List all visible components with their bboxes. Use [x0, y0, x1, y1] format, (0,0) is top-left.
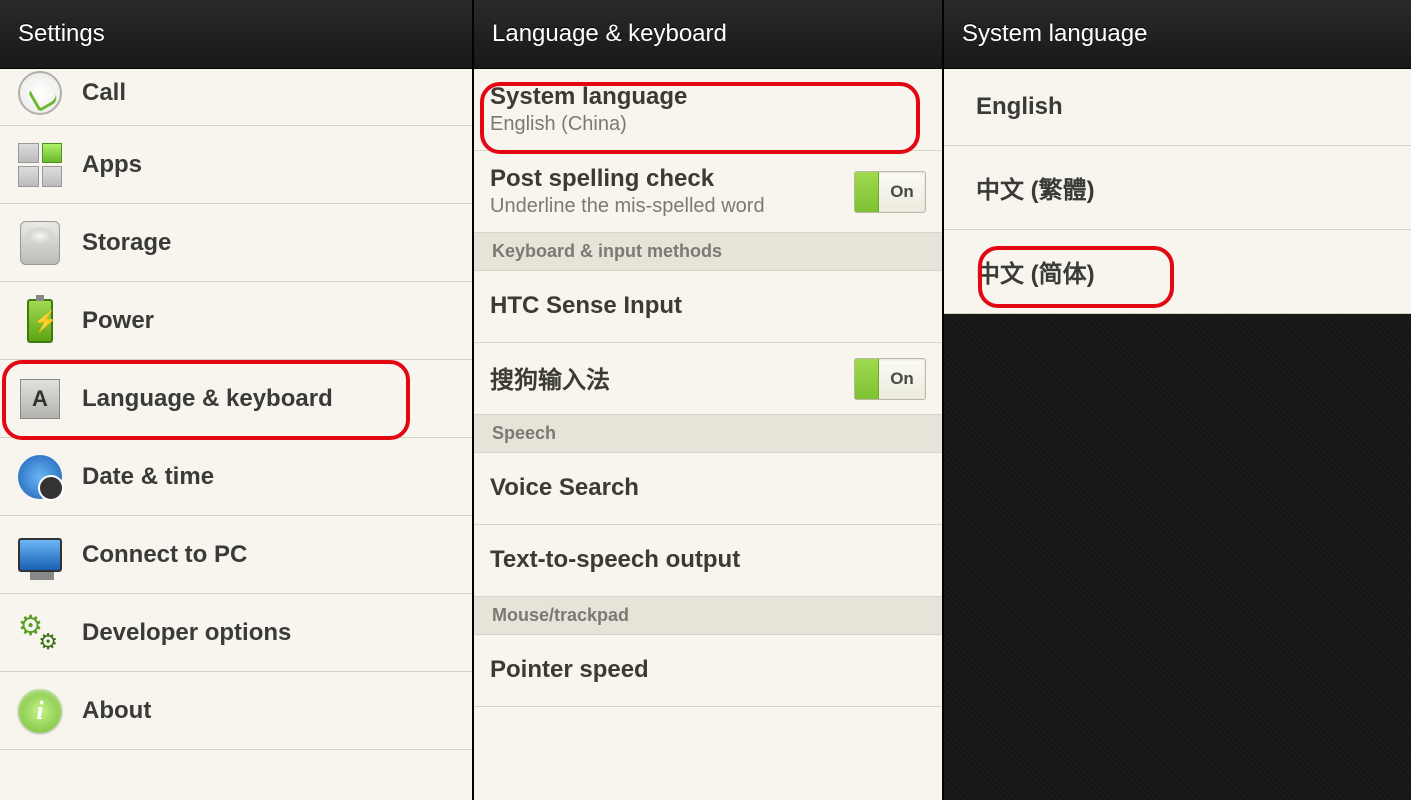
row-title: Post spelling check — [490, 165, 854, 193]
section-keyboard: Keyboard & input methods — [474, 233, 942, 271]
toggle-knob — [855, 359, 879, 399]
row-label: Power — [82, 307, 154, 335]
section-mouse: Mouse/trackpad — [474, 597, 942, 635]
keyboard-icon: A — [16, 375, 64, 423]
settings-panel: Settings Call Apps Storage Power A Langu… — [0, 0, 474, 800]
settings-list: Call Apps Storage Power A Language & key… — [0, 69, 472, 800]
system-language-row[interactable]: System language English (China) — [474, 69, 942, 151]
row-label: Developer options — [82, 619, 291, 647]
section-speech: Speech — [474, 415, 942, 453]
htc-sense-row[interactable]: HTC Sense Input — [474, 271, 942, 343]
settings-row-storage[interactable]: Storage — [0, 204, 472, 282]
globe-clock-icon — [16, 453, 64, 501]
empty-space — [944, 314, 1411, 800]
row-label: Language & keyboard — [82, 385, 333, 413]
settings-row-language-keyboard[interactable]: A Language & keyboard — [0, 360, 472, 438]
storage-icon — [16, 219, 64, 267]
settings-row-call[interactable]: Call — [0, 69, 472, 126]
row-subtitle: Underline the mis-spelled word — [490, 195, 854, 218]
panel-title: Language & keyboard — [474, 0, 942, 69]
settings-row-power[interactable]: Power — [0, 282, 472, 360]
phone-icon — [16, 69, 64, 117]
monitor-icon — [16, 531, 64, 579]
language-option-simplified-chinese[interactable]: 中文 (简体) — [944, 230, 1411, 314]
panel-title: System language — [944, 0, 1411, 69]
toggle-label: On — [879, 182, 925, 202]
battery-icon — [16, 297, 64, 345]
toggle-knob — [855, 172, 879, 212]
row-label: Connect to PC — [82, 541, 247, 569]
sogou-row[interactable]: 搜狗输入法 On — [474, 343, 942, 415]
language-keyboard-panel: Language & keyboard System language Engl… — [474, 0, 944, 800]
row-label: Call — [82, 79, 126, 107]
apps-icon — [16, 141, 64, 189]
row-label: About — [82, 697, 151, 725]
row-title: 搜狗输入法 — [490, 360, 854, 395]
row-title: Voice Search — [490, 474, 639, 502]
toggle-label: On — [879, 369, 925, 389]
pointer-speed-row[interactable]: Pointer speed — [474, 635, 942, 707]
info-icon: i — [16, 687, 64, 735]
row-title: Text-to-speech output — [490, 546, 740, 574]
row-title: System language — [490, 83, 926, 111]
panel-title: Settings — [0, 0, 472, 69]
row-label: Storage — [82, 229, 171, 257]
settings-row-developer[interactable]: Developer options — [0, 594, 472, 672]
row-label: Apps — [82, 151, 142, 179]
system-language-panel: System language English 中文 (繁體) 中文 (简体) — [944, 0, 1411, 800]
spell-check-row[interactable]: Post spelling check Underline the mis-sp… — [474, 151, 942, 233]
row-title: Pointer speed — [490, 656, 649, 684]
language-option-traditional-chinese[interactable]: 中文 (繁體) — [944, 146, 1411, 230]
language-option-english[interactable]: English — [944, 69, 1411, 146]
settings-row-about[interactable]: i About — [0, 672, 472, 750]
language-options-list: English 中文 (繁體) 中文 (简体) — [944, 69, 1411, 800]
row-title: HTC Sense Input — [490, 292, 682, 320]
sogou-toggle[interactable]: On — [854, 358, 926, 400]
tts-row[interactable]: Text-to-speech output — [474, 525, 942, 597]
settings-row-date-time[interactable]: Date & time — [0, 438, 472, 516]
language-keyboard-list: System language English (China) Post spe… — [474, 69, 942, 800]
gears-icon — [16, 609, 64, 657]
settings-row-connect-pc[interactable]: Connect to PC — [0, 516, 472, 594]
settings-row-apps[interactable]: Apps — [0, 126, 472, 204]
voice-search-row[interactable]: Voice Search — [474, 453, 942, 525]
row-label: Date & time — [82, 463, 214, 491]
spell-check-toggle[interactable]: On — [854, 171, 926, 213]
row-subtitle: English (China) — [490, 113, 926, 136]
